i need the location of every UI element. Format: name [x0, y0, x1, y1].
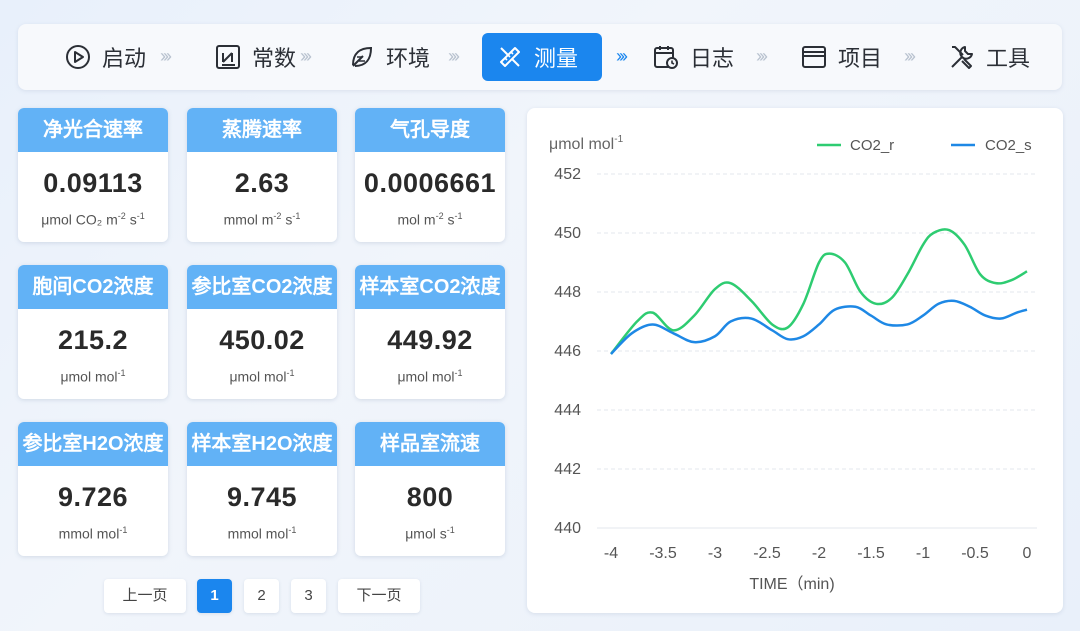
- metric-card-intercellular-co2: 胞间CO2浓度 215.2 μmol mol-1: [18, 265, 168, 399]
- nav-step-constants[interactable]: 常数: [200, 33, 310, 81]
- card-value: 449.92: [387, 325, 473, 355]
- x-tick-label: -2.5: [753, 545, 781, 562]
- x-tick-label: -1.5: [857, 545, 885, 562]
- card-unit: μmol mol-1: [229, 368, 295, 385]
- metric-card-transpiration: 蒸腾速率 2.63 mmol m-2 s-1: [187, 108, 337, 242]
- card-unit: μmol s-1: [405, 525, 455, 542]
- nav-step-label: 环境: [386, 46, 431, 71]
- nav-arrow-icon: ›››: [904, 46, 916, 66]
- card-title: 样本室CO2浓度: [355, 265, 505, 309]
- y-tick-label: 440: [554, 520, 581, 537]
- x-tick-label: -2: [812, 545, 826, 562]
- nav-step-environment[interactable]: 环境: [334, 33, 444, 81]
- nav-arrow-icon: ›››: [160, 46, 172, 66]
- card-unit: mol m-2 s-1: [397, 211, 463, 228]
- card-value: 2.63: [234, 168, 290, 198]
- card-unit: μmol CO₂ m-2 s-1: [41, 211, 145, 228]
- card-value: 0.0006661: [363, 168, 497, 198]
- constant-box-icon: [216, 45, 240, 69]
- nav-step-measure[interactable]: 测量: [482, 33, 602, 81]
- card-title: 胞间CO2浓度: [18, 265, 168, 309]
- y-tick-label: 444: [554, 402, 581, 419]
- y-tick-label: 442: [554, 461, 581, 478]
- card-value: 450.02: [219, 325, 305, 355]
- series-line-co2-s: [610, 299, 1028, 355]
- wrench-tools-icon: [951, 46, 973, 69]
- nav-step-label: 日志: [690, 46, 735, 71]
- card-title: 样本室H2O浓度: [187, 422, 337, 466]
- card-unit: μmol mol-1: [397, 368, 463, 385]
- card-title: 样品室流速: [355, 422, 505, 466]
- card-value: 9.726: [57, 482, 129, 512]
- y-axis-label: μmol mol-1: [549, 134, 624, 153]
- x-tick-label: -0.5: [961, 545, 989, 562]
- x-tick-label: -4: [604, 545, 618, 562]
- nav-step-label: 项目: [838, 46, 883, 71]
- nav-step-label: 测量: [534, 46, 579, 71]
- nav-step-label: 启动: [102, 46, 147, 71]
- leaf-environment-icon: [352, 46, 373, 67]
- x-axis-label: TIME（min): [749, 575, 834, 593]
- card-value: 9.745: [226, 482, 298, 512]
- prev-page-button[interactable]: 上一页: [104, 579, 186, 613]
- metric-card-sample-co2: 样本室CO2浓度 449.92 μmol mol-1: [355, 265, 505, 399]
- chart-legend: CO2_r CO2_s: [817, 137, 1032, 154]
- card-value: 800: [406, 482, 454, 512]
- metric-card-chamber-flow: 样品室流速 800 μmol s-1: [355, 422, 505, 556]
- legend-label-co2-s: CO2_s: [985, 137, 1032, 154]
- next-page-button[interactable]: 下一页: [338, 579, 420, 613]
- card-unit: mmol mol-1: [58, 525, 128, 542]
- nav-arrow-icon: ›››: [300, 46, 312, 66]
- nav-step-label: 常数: [252, 46, 297, 71]
- window-project-icon: [802, 46, 826, 68]
- card-value: 0.09113: [43, 168, 143, 198]
- x-tick-label: -3.5: [649, 545, 677, 562]
- metric-card-net-photosynthesis: 净光合速率 0.09113 μmol CO₂ m-2 s-1: [18, 108, 168, 242]
- card-title: 净光合速率: [18, 108, 168, 152]
- metric-card-reference-h2o: 参比室H2O浓度 9.726 mmol mol-1: [18, 422, 168, 556]
- card-value: 215.2: [57, 325, 129, 355]
- play-circle-icon: [66, 45, 90, 69]
- y-tick-label: 452: [554, 166, 581, 183]
- page-1-button[interactable]: 1: [197, 579, 232, 613]
- card-title: 参比室H2O浓度: [18, 422, 168, 466]
- card-unit: mmol mol-1: [227, 525, 297, 542]
- x-tick-label: -3: [708, 545, 722, 562]
- card-title: 蒸腾速率: [187, 108, 337, 152]
- calendar-log-icon: [654, 46, 678, 69]
- nav-step-tools[interactable]: 工具: [934, 33, 1044, 81]
- x-axis-ticks: -4 -3.5 -3 -2.5 -2 -1.5 -1 -0.5 0: [604, 545, 1032, 562]
- page-2-button[interactable]: 2: [244, 579, 279, 613]
- co2-line-chart-panel: μmol mol-1 CO2_r CO2_s 452 450 448 446 444 44…: [527, 108, 1063, 613]
- nav-step-label: 工具: [986, 46, 1031, 71]
- nav-step-log[interactable]: 日志: [638, 33, 748, 81]
- measure-tools-icon: [500, 47, 520, 67]
- y-tick-label: 450: [554, 225, 581, 242]
- co2-line-chart: μmol mol-1 CO2_r CO2_s 452 450 448 446 444 44…: [549, 134, 1037, 593]
- card-unit: μmol mol-1: [60, 368, 126, 385]
- nav-step-project[interactable]: 项目: [786, 33, 896, 81]
- step-navigation-bar: 启动 ››› 常数 ››› 环境 ››› 测量 ››› 日志 ››› 项目 ››…: [18, 24, 1062, 90]
- metric-card-stomatal-conductance: 气孔导度 0.0006661 mol m-2 s-1: [355, 108, 505, 242]
- y-tick-label: 446: [554, 343, 581, 360]
- metric-card-reference-co2: 参比室CO2浓度 450.02 μmol mol-1: [187, 265, 337, 399]
- card-title: 气孔导度: [355, 108, 505, 152]
- metric-card-sample-h2o: 样本室H2O浓度 9.745 mmol mol-1: [187, 422, 337, 556]
- nav-arrow-icon: ›››: [756, 46, 768, 66]
- legend-label-co2-r: CO2_r: [850, 137, 894, 154]
- card-title: 参比室CO2浓度: [187, 265, 337, 309]
- x-tick-label: 0: [1023, 545, 1032, 562]
- nav-arrow-icon: ›››: [448, 46, 460, 66]
- page-3-button[interactable]: 3: [291, 579, 326, 613]
- y-tick-label: 448: [554, 284, 581, 301]
- chart-grid: [597, 173, 1037, 529]
- nav-arrow-icon: ›››: [616, 46, 628, 66]
- card-unit: mmol m-2 s-1: [223, 211, 301, 228]
- x-tick-label: -1: [916, 545, 930, 562]
- y-axis-ticks: 452 450 448 446 444 442 440: [554, 166, 581, 537]
- nav-step-start[interactable]: 启动: [50, 33, 160, 81]
